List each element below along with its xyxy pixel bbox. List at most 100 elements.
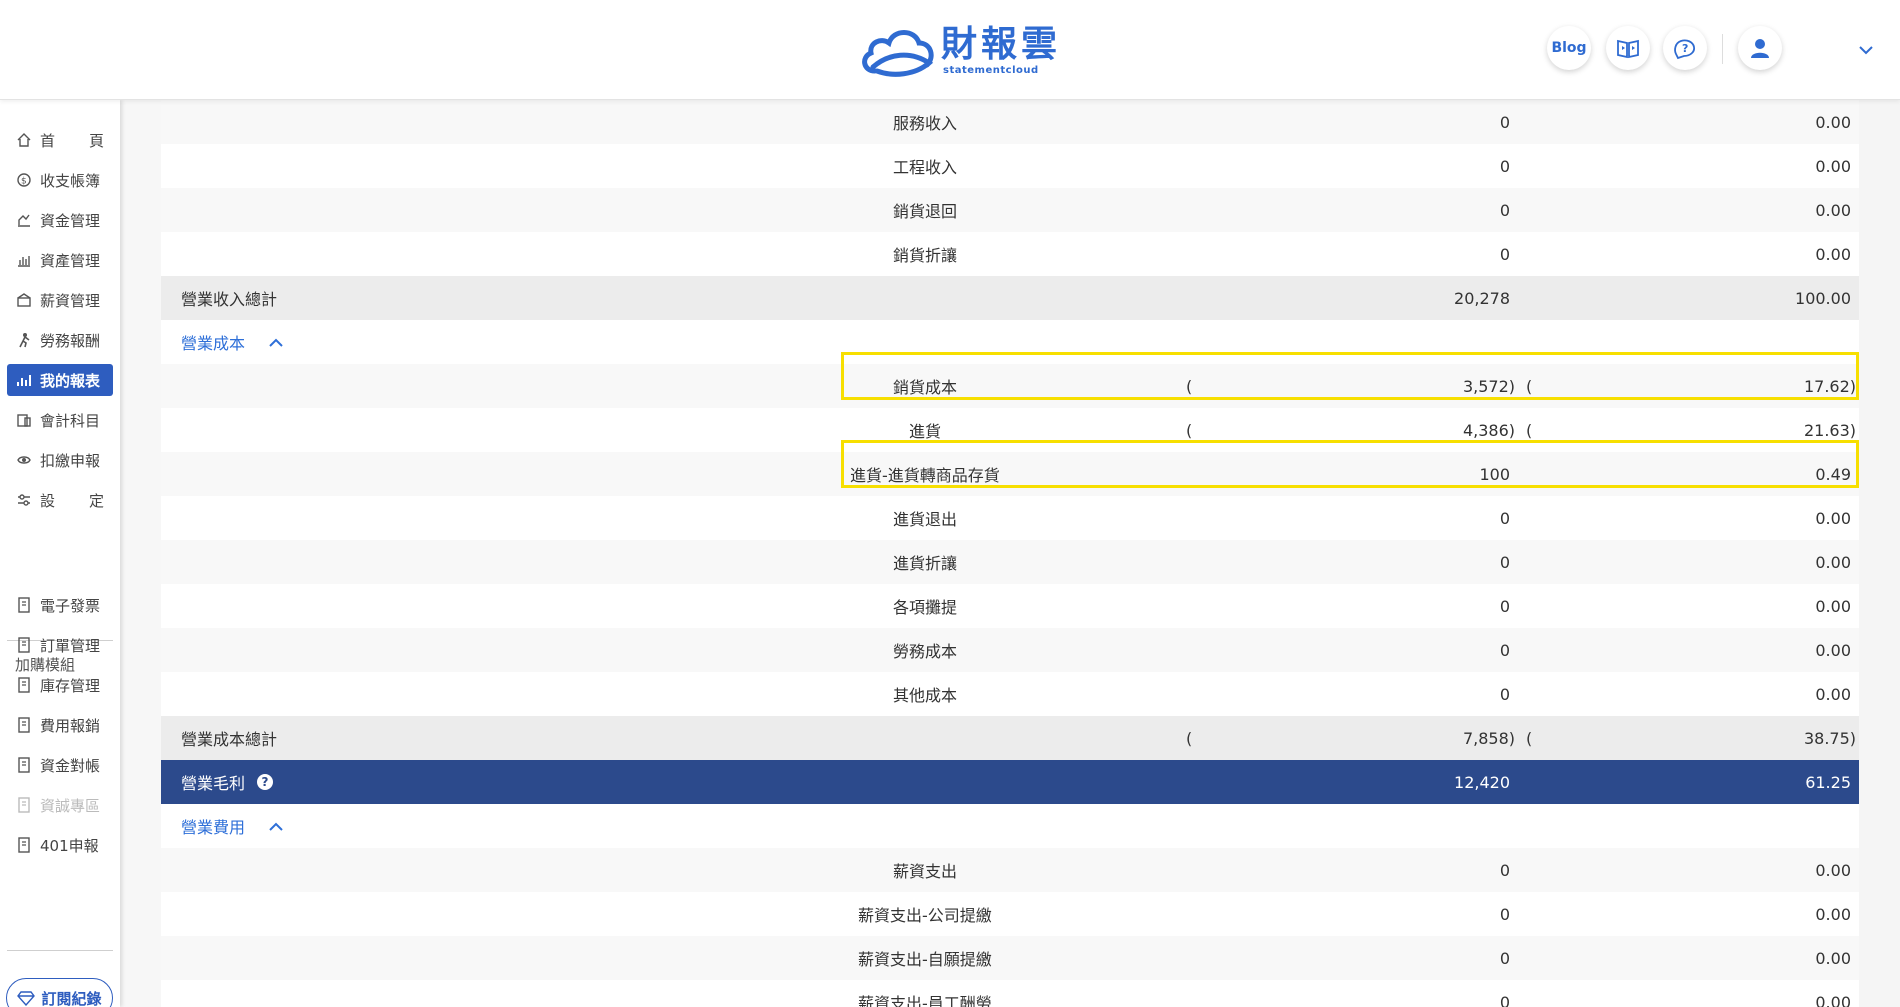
table-row: 銷貨成本 ( 3,572) ( 17.62) <box>161 364 1859 408</box>
account-name: 薪資支出-自願提繳 <box>858 950 992 969</box>
module-book-icon <box>15 796 33 814</box>
sidebar-item-label: 訂單管理 <box>40 636 101 655</box>
svg-text:$: $ <box>21 177 27 187</box>
subscription-record-button[interactable]: 訂閱紀錄 <box>6 978 113 1007</box>
account-name: 進貨折讓 <box>893 554 958 573</box>
account-name: 工程收入 <box>893 158 958 177</box>
sidebar-item-assets[interactable]: 資產管理 <box>7 244 113 276</box>
salary-icon <box>15 291 33 309</box>
account-name: 勞務成本 <box>893 642 958 661</box>
percent-value: 0.00 <box>1815 948 1851 968</box>
percent-value: 0.00 <box>1815 552 1851 572</box>
sidebar-item-label: 費用報銷 <box>40 716 101 735</box>
sidebar-item-ledger[interactable]: $ 收支帳簿 <box>7 164 113 196</box>
sidebar-item-e-invoice[interactable]: 電子發票 <box>7 589 113 621</box>
expense-section-header[interactable]: 營業費用 <box>161 804 1859 848</box>
sidebar-item-label: 資誠專區 <box>40 796 101 815</box>
percent-value: 17.62) <box>1803 376 1856 396</box>
sidebar-item-label: 我的報表 <box>40 371 101 390</box>
sidebar-item-funds[interactable]: 資金管理 <box>7 204 113 236</box>
account-name: 各項攤提 <box>893 598 958 617</box>
help-question-icon[interactable]: ? <box>257 774 274 790</box>
sidebar-item-pwc-zone: 資誠專區 <box>7 789 113 821</box>
svg-text:?: ? <box>1682 42 1688 55</box>
percent-value: 38.75) <box>1803 728 1856 748</box>
blog-button[interactable]: Blog <box>1547 26 1591 70</box>
sidebar-item-home[interactable]: 首頁 <box>7 124 113 156</box>
percent-value: 0.49 <box>1815 464 1851 484</box>
sidebar-item-salary[interactable]: 薪資管理 <box>7 284 113 316</box>
module-book-icon <box>15 636 33 654</box>
sidebar-item-label: 頁 <box>88 131 104 150</box>
sidebar-item-label: 資金對帳 <box>40 756 101 775</box>
sidebar-item-inventory[interactable]: 庫存管理 <box>7 669 113 701</box>
top-header: 財報雲 statementcloud Blog ? <box>0 0 1900 100</box>
report-chart-icon <box>15 371 33 389</box>
percent-value: 100.00 <box>1795 288 1851 308</box>
cloud-logo-icon <box>862 30 934 77</box>
sidebar-item-label: 401申報 <box>40 836 99 855</box>
module-book-icon <box>15 836 33 854</box>
amount-value: 4,386) <box>1462 420 1515 440</box>
home-icon <box>15 131 33 149</box>
help-chat-button[interactable]: ? <box>1663 26 1707 70</box>
tutorial-video-button[interactable] <box>1606 26 1650 70</box>
withholding-icon <box>15 451 33 469</box>
sidebar-item-orders[interactable]: 訂單管理 <box>7 629 113 661</box>
sidebar-item-label: 會計科目 <box>40 411 101 430</box>
account-name: 薪資支出 <box>893 862 958 881</box>
total-label: 營業毛利 <box>181 774 246 793</box>
sidebar-item-401-filing[interactable]: 401申報 <box>7 829 113 861</box>
app-logo[interactable]: 財報雲 statementcloud <box>859 22 1061 80</box>
amount-value: 0 <box>1499 508 1510 528</box>
account-name: 銷貨折讓 <box>893 246 958 265</box>
paren-open: ( <box>1526 420 1533 440</box>
percent-value: 0.00 <box>1815 200 1851 220</box>
sidebar-item-expense-claims[interactable]: 費用報銷 <box>7 709 113 741</box>
table-row: 各項攤提 0 0.00 <box>161 584 1859 628</box>
sidebar-item-reconciliation[interactable]: 資金對帳 <box>7 749 113 781</box>
amount-value: 0 <box>1499 860 1510 880</box>
percent-value: 0.00 <box>1815 684 1851 704</box>
sidebar-item-label: 庫存管理 <box>40 676 101 695</box>
paren-open: ( <box>1526 376 1533 396</box>
section-toggle[interactable]: 營業成本 <box>181 330 283 354</box>
gross-profit-label-group: 營業毛利 ? <box>181 770 274 794</box>
account-name: 銷貨成本 <box>893 378 958 397</box>
table-row: 銷貨退回 0 0.00 <box>161 188 1859 232</box>
user-avatar-button[interactable] <box>1738 26 1782 70</box>
section-toggle[interactable]: 營業費用 <box>181 814 283 838</box>
table-row: 工程收入 0 0.00 <box>161 144 1859 188</box>
amount-value: 0 <box>1499 156 1510 176</box>
table-row: 薪資支出-公司提繳 0 0.00 <box>161 892 1859 936</box>
sidebar-item-label: 勞務報酬 <box>40 331 101 350</box>
amount-value: 0 <box>1499 992 1510 1007</box>
account-name: 銷貨退回 <box>893 202 958 221</box>
account-name: 薪資支出-公司提繳 <box>858 906 992 925</box>
amount-value: 7,858) <box>1462 728 1515 748</box>
sidebar-item-label: 設 <box>40 491 56 510</box>
amount-value: 3,572) <box>1462 376 1515 396</box>
table-row: 進貨折讓 0 0.00 <box>161 540 1859 584</box>
sidebar-item-accounts[interactable]: 會計科目 <box>7 404 113 436</box>
sidebar-item-labor[interactable]: 勞務報酬 <box>7 324 113 356</box>
table-row: 勞務成本 0 0.00 <box>161 628 1859 672</box>
revenue-total-row: 營業收入總計 20,278 100.00 <box>161 276 1859 320</box>
account-name: 進貨退出 <box>893 510 958 529</box>
sidebar-item-my-reports[interactable]: 我的報表 <box>7 364 113 396</box>
cost-section-header[interactable]: 營業成本 <box>161 320 1859 364</box>
sidebar-item-label: 收支帳簿 <box>40 171 101 190</box>
user-icon <box>1751 39 1769 58</box>
header-divider <box>1722 34 1723 64</box>
sidebar: 首頁 $ 收支帳簿 資金管理 資產管理 薪資管理 勞務報酬 我的報表 會計科目 … <box>0 100 120 1007</box>
table-row: 其他成本 0 0.00 <box>161 672 1859 716</box>
amount-value: 0 <box>1499 948 1510 968</box>
sidebar-item-withholding[interactable]: 扣繳申報 <box>7 444 113 476</box>
sidebar-divider-bottom <box>7 950 113 951</box>
user-menu-chevron[interactable] <box>1856 40 1876 60</box>
sidebar-item-settings[interactable]: 設定 <box>7 484 113 516</box>
table-row: 服務收入 0 0.00 <box>161 100 1859 144</box>
paren-open: ( <box>1526 728 1533 748</box>
paren-open: ( <box>1186 420 1193 440</box>
assets-icon <box>15 251 33 269</box>
